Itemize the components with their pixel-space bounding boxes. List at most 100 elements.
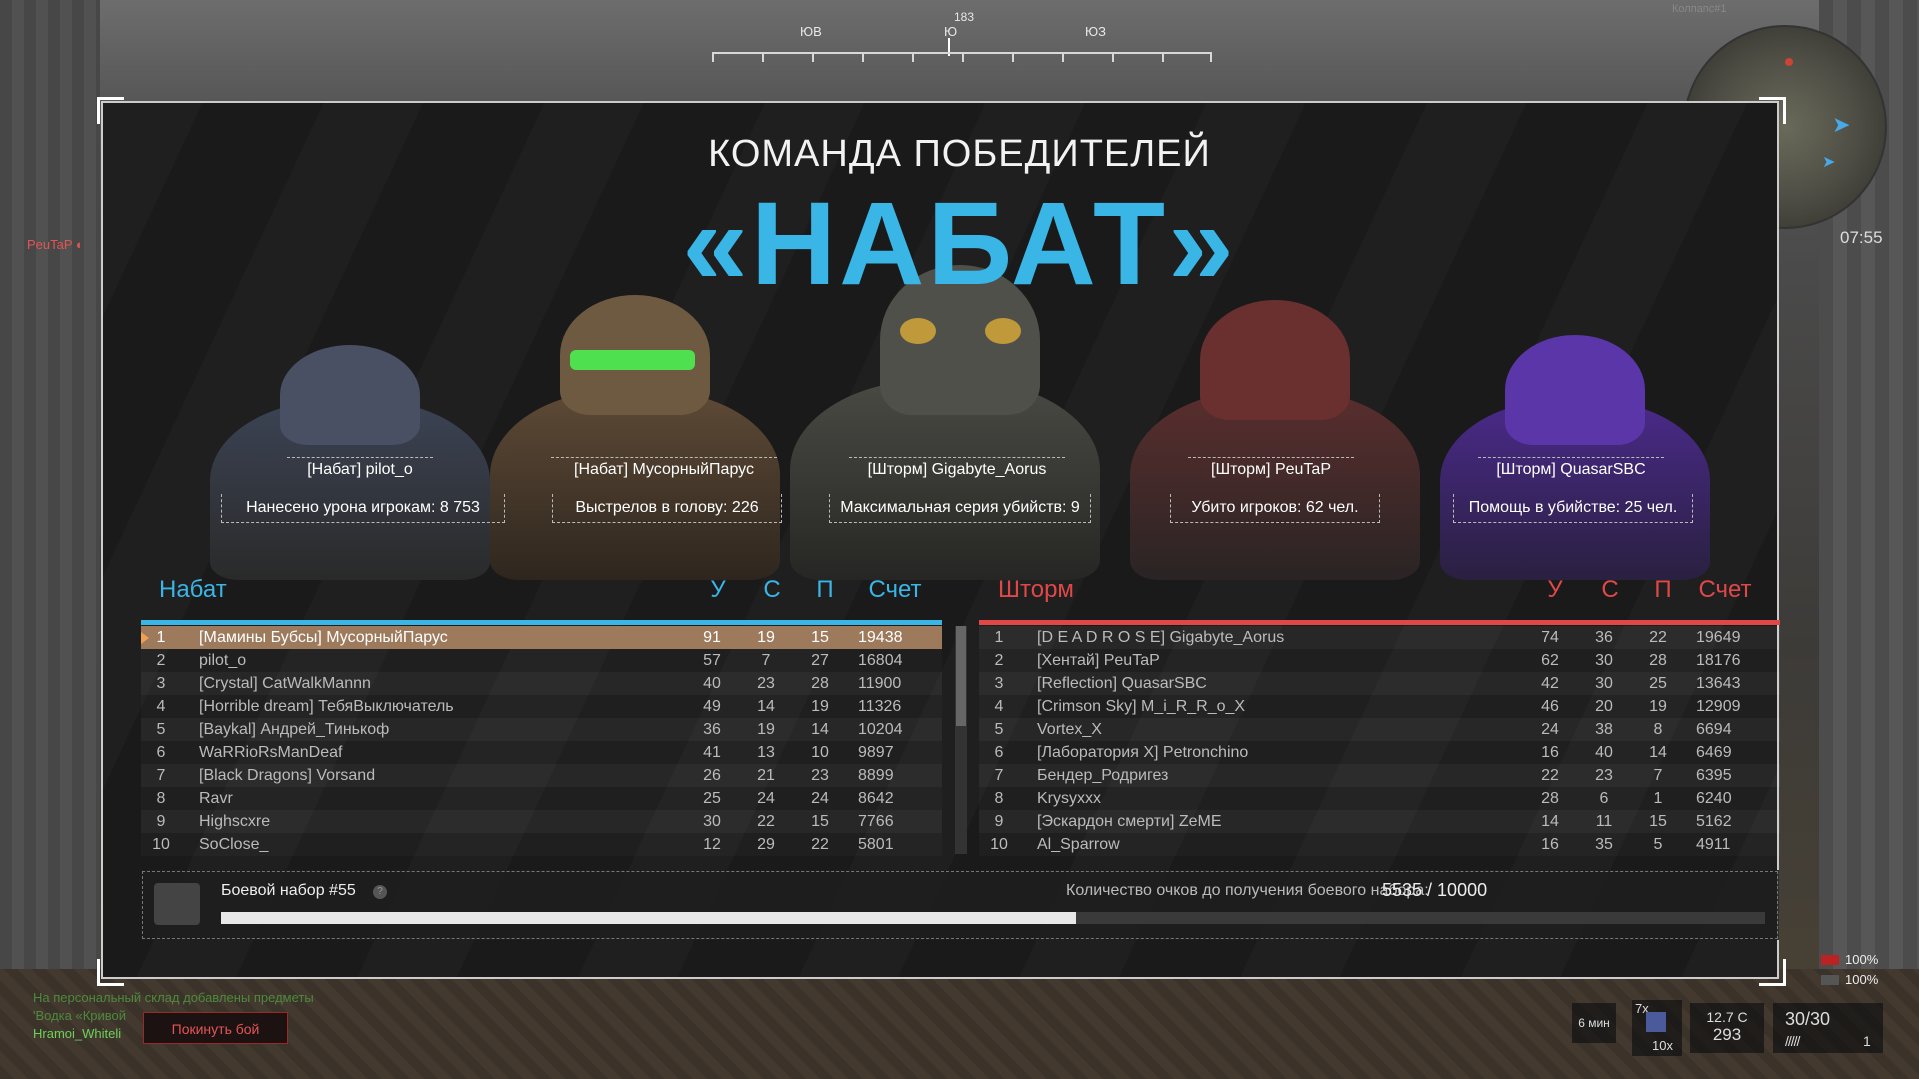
row-player-name: Ravr (199, 790, 233, 807)
table-row[interactable]: 4 [Horrible dream] ТебяВыключатель 49 14 19 1… (141, 695, 942, 718)
row-score: 16804 (858, 652, 903, 669)
table-row[interactable]: 1 [D E A D R O S E] Gigabyte_Aorus 74 36 22 1… (979, 626, 1780, 649)
scoreboard-scroll-thumb[interactable] (956, 626, 966, 726)
row-player-name: [Reflection] QuasarSBC (1037, 675, 1207, 692)
row-score: 11900 (858, 675, 902, 692)
row-score: 18176 (1696, 652, 1741, 669)
team-right-col-kills: У (1547, 576, 1563, 603)
combat-kit-title: Боевой набор #55 (221, 882, 356, 899)
combat-kit-progress-value: 5535 / 10000 (1382, 880, 1488, 900)
row-rank: 5 (994, 721, 1004, 738)
combat-kit-progress-track (221, 912, 1765, 924)
row-kills: 74 (1541, 629, 1559, 646)
row-rank: 1 (994, 629, 1004, 646)
row-assists: 24 (811, 790, 829, 807)
table-row[interactable]: 8 Ravr 25 24 24 8642 (141, 787, 942, 810)
combat-kit-progress-label: Количество очков до получения боевого на… (1066, 882, 1429, 899)
team-right-bar (979, 620, 1780, 625)
row-player-name: [Лаборатория X] Petronchino (1037, 744, 1249, 761)
row-deaths: 40 (1595, 744, 1613, 761)
row-assists: 14 (1649, 744, 1667, 761)
award-stat-1: Нанесено урона игрокам: 8 753 (221, 494, 505, 523)
row-rank: 6 (156, 744, 166, 761)
row-score: 10204 (858, 721, 903, 738)
leave-battle-button[interactable]: Покинуть бой (143, 1012, 288, 1044)
table-row[interactable]: 1 [Мамины Бубсы] МусорныйПарус 91 19 15 19438 (141, 626, 942, 649)
table-row[interactable]: 9 [Эскардон смерти] ZeME 14 11 15 5162 (979, 810, 1780, 833)
panel-corner-br (1759, 959, 1786, 986)
award-player-1: [Набат] pilot_o (287, 457, 433, 482)
row-player-name: Бендер_Родригез (1037, 767, 1169, 784)
table-row[interactable]: 9 Highscxre 30 22 15 7766 (141, 810, 942, 833)
row-player-name: Krysyxxx (1037, 790, 1101, 807)
row-score: 6694 (1696, 721, 1732, 738)
row-score: 13643 (1696, 675, 1741, 692)
row-assists: 7 (1653, 767, 1663, 784)
row-deaths: 19 (757, 721, 775, 738)
table-row[interactable]: 7 [Black Dragons] Vorsand 26 21 23 8899 (141, 764, 942, 787)
table-row[interactable]: 7 Бендер_Родригез 22 23 7 6395 (979, 764, 1780, 787)
panel-corner-bl (97, 959, 124, 986)
row-kills: 24 (1541, 721, 1559, 738)
table-row[interactable]: 3 [Crystal] CatWalkMannn 40 23 28 11900 (141, 672, 942, 695)
table-row[interactable]: 2 pilot_o 57 7 27 16804 (141, 649, 942, 672)
row-kills: 40 (703, 675, 721, 692)
row-kills: 28 (1541, 790, 1559, 807)
row-assists: 5 (1653, 836, 1663, 853)
table-row[interactable]: 4 [Crimson Sky] M_i_R_R_o_X 46 20 19 12909 (979, 695, 1780, 718)
row-deaths: 14 (757, 698, 775, 715)
row-kills: 16 (1541, 836, 1559, 853)
winner-team-name: «НАБАТ» (682, 178, 1237, 310)
row-player-name: [Мамины Бубсы] МусорныйПарус (199, 629, 448, 646)
table-row[interactable]: 10 Al_Sparrow 16 35 5 4911 (979, 833, 1780, 856)
row-assists: 27 (811, 652, 829, 669)
temperature-box: 12.7 C 293 (1690, 1003, 1764, 1053)
row-rank: 3 (994, 675, 1004, 692)
award-player-2: [Набат] МусорныйПарус (551, 457, 777, 482)
row-rank: 8 (994, 790, 1004, 807)
team-left-table: 1 [Мамины Бубсы] МусорныйПарус 91 19 15 19438… (141, 626, 942, 856)
row-kills: 12 (703, 836, 721, 853)
table-row[interactable]: 8 Krysyxxx 28 6 1 6240 (979, 787, 1780, 810)
row-player-name: [Эскардон смерти] ZeME (1037, 813, 1222, 830)
table-row[interactable]: 3 [Reflection] QuasarSBC 42 30 25 13643 (979, 672, 1780, 695)
row-rank: 7 (994, 767, 1004, 784)
row-kills: 57 (703, 652, 721, 669)
row-rank: 9 (994, 813, 1004, 830)
table-row[interactable]: 5 [Baykal] Андрей_Тинькоф 36 19 14 10204 (141, 718, 942, 741)
chat-line-3: Hramoi_Whiteli (33, 1026, 122, 1041)
row-assists: 10 (811, 744, 829, 761)
row-kills: 41 (703, 744, 721, 761)
health-bar (1821, 955, 1839, 965)
table-row[interactable]: 6 WaRRioRsManDeaf 41 13 10 9897 (141, 741, 942, 764)
row-rank: 10 (152, 836, 170, 853)
armor-value: 100% (1845, 972, 1879, 987)
award-player-3: [Шторм] Gigabyte_Aorus (849, 457, 1065, 482)
row-assists: 28 (1649, 652, 1667, 669)
help-icon[interactable]: ? (373, 885, 387, 899)
panel-corner-tl (97, 97, 124, 124)
row-kills: 46 (1541, 698, 1559, 715)
table-row[interactable]: 6 [Лаборатория X] Petronchino 16 40 14 6469 (979, 741, 1780, 764)
row-player-name: WaRRioRsManDeaf (199, 744, 343, 761)
compass-label-sw: ЮЗ (1085, 24, 1106, 39)
row-score: 19438 (858, 629, 903, 646)
soldier-helmet-1 (280, 345, 420, 445)
table-row[interactable]: 5 Vortex_X 24 38 8 6694 (979, 718, 1780, 741)
table-row[interactable]: 2 [Хентай] PeuTaP 62 30 28 18176 (979, 649, 1780, 672)
team-left-col-score: Счет (868, 576, 922, 603)
row-score: 19649 (1696, 629, 1741, 646)
row-assists: 15 (811, 813, 829, 830)
combat-kit-panel: Боевой набор #55 ? Количество очков до п… (141, 870, 1779, 940)
row-deaths: 23 (757, 675, 775, 692)
row-rank: 6 (994, 744, 1004, 761)
row-player-name: SoClose_ (199, 836, 269, 853)
row-rank: 8 (156, 790, 166, 807)
row-deaths: 22 (757, 813, 775, 830)
row-player-name: pilot_o (199, 652, 247, 669)
row-deaths: 11 (1595, 813, 1613, 830)
row-assists: 19 (811, 698, 829, 715)
row-rank: 3 (156, 675, 166, 692)
row-deaths: 38 (1595, 721, 1613, 738)
table-row[interactable]: 10 SoClose_ 12 29 22 5801 (141, 833, 942, 856)
